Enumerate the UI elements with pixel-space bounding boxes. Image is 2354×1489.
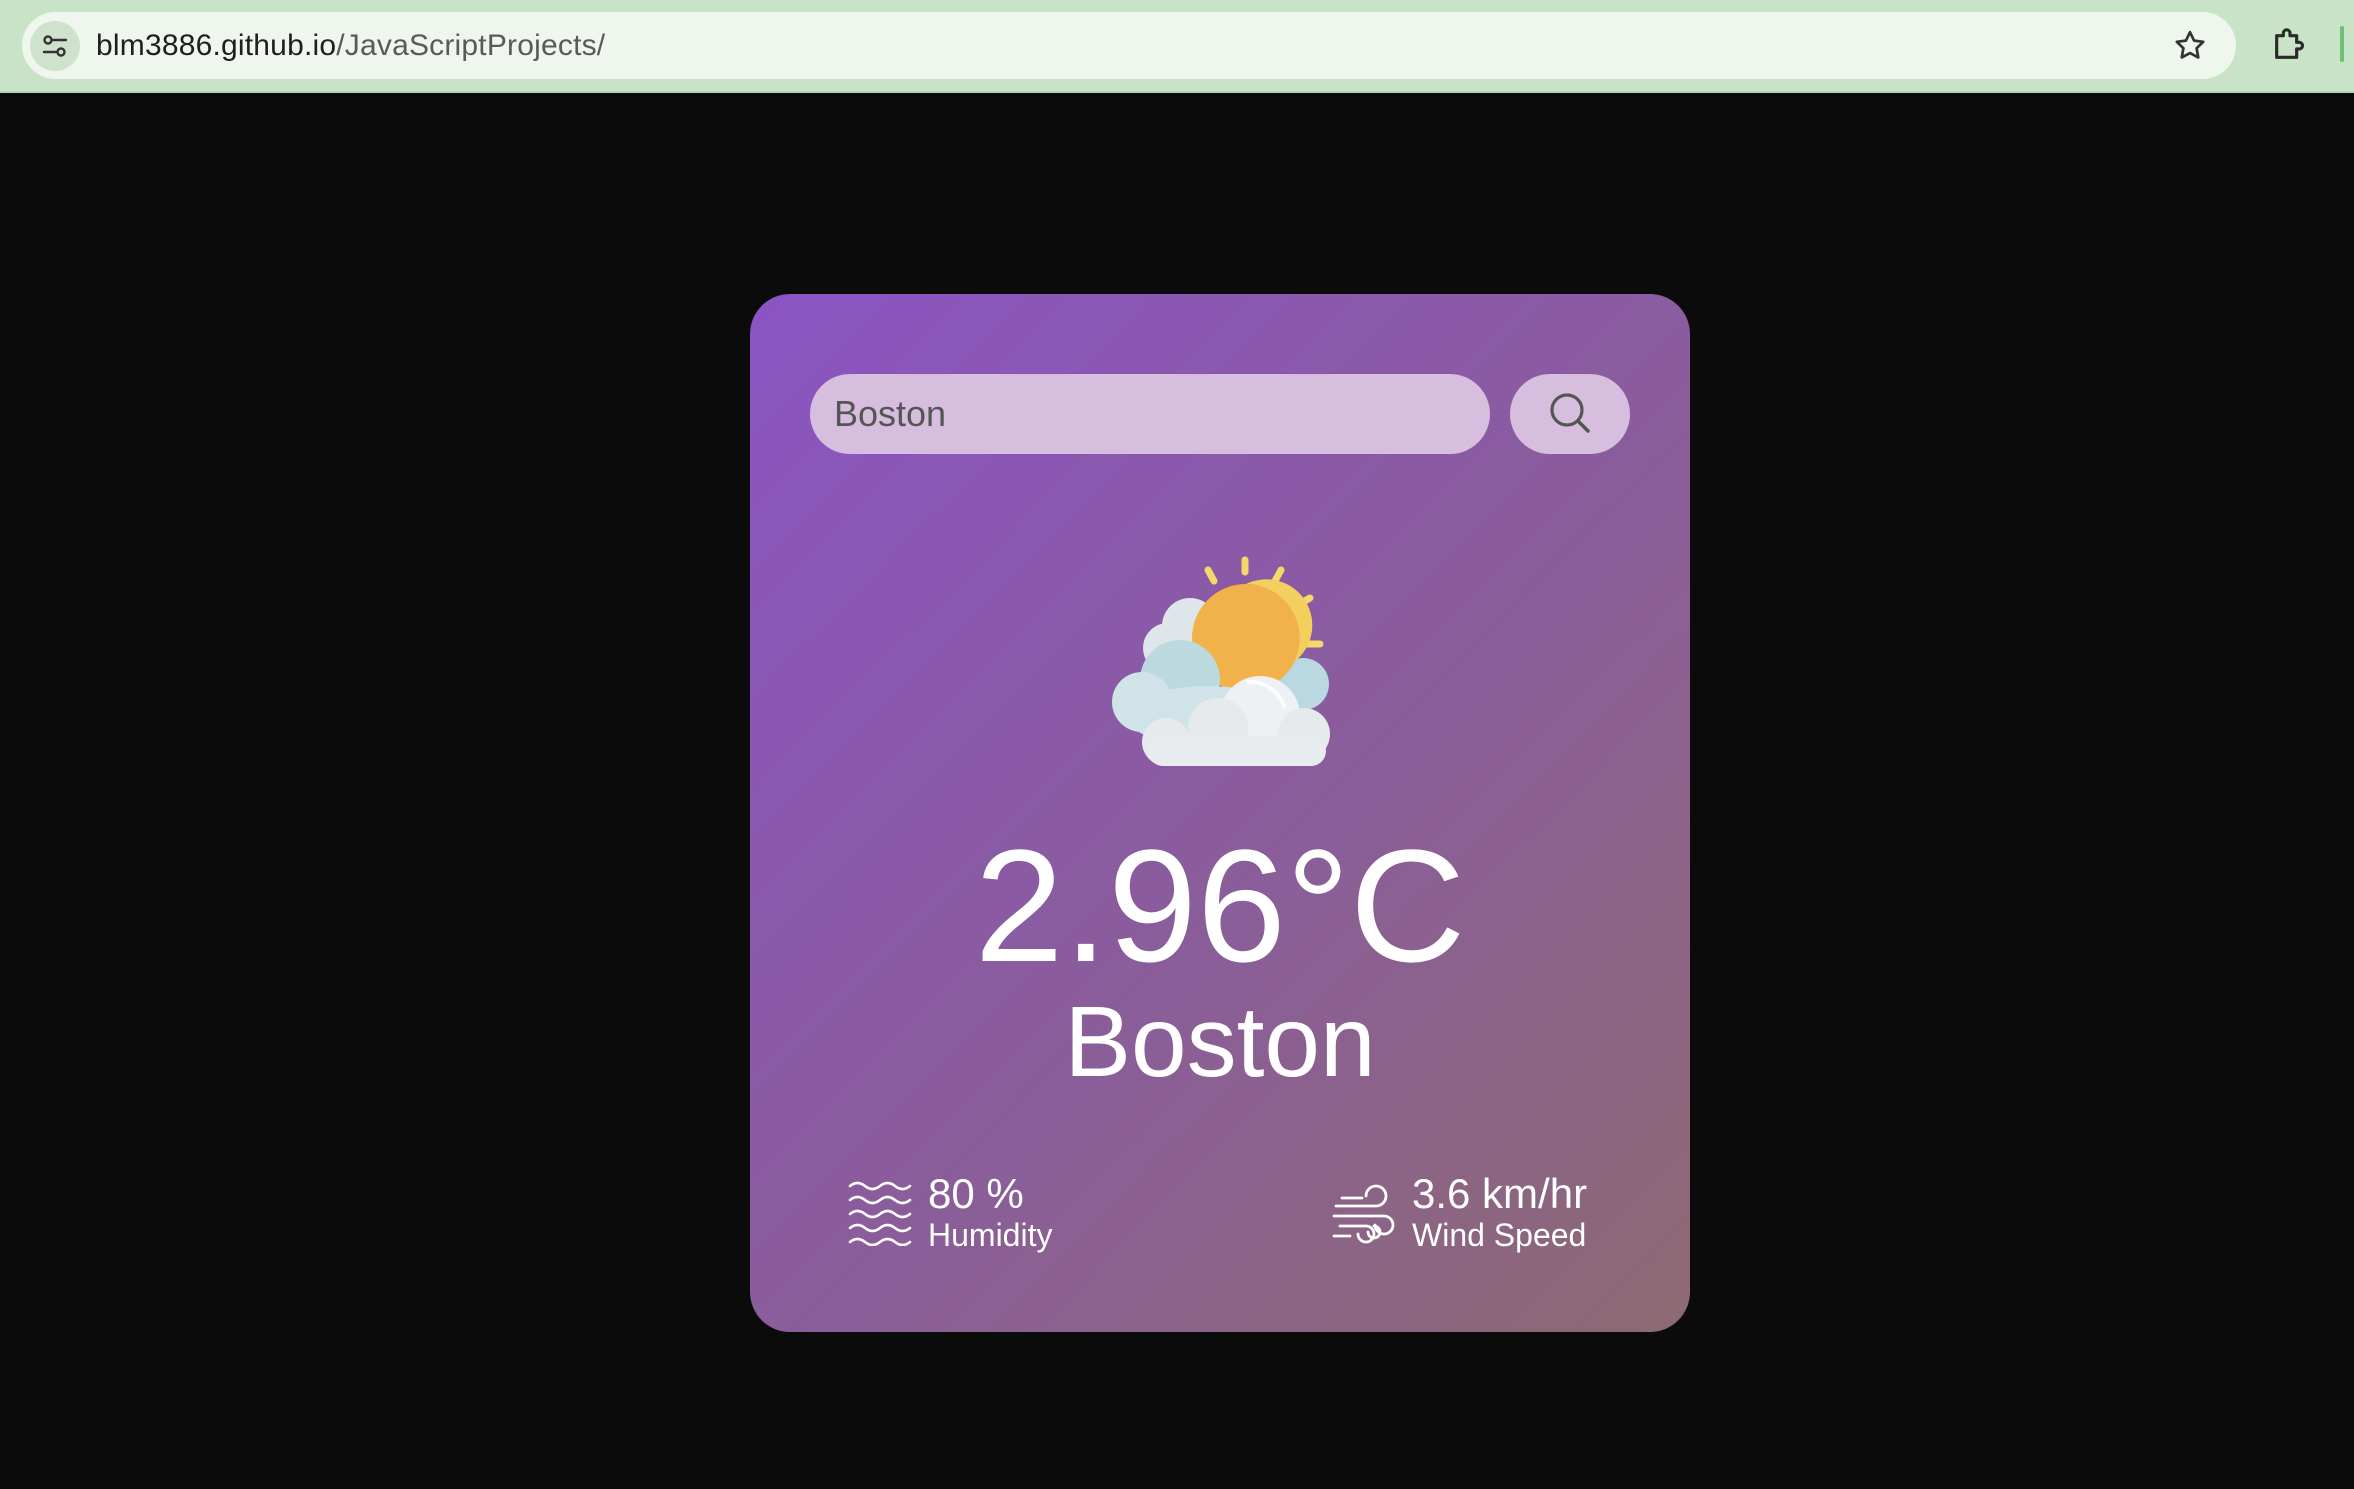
humidity-label: Humidity <box>928 1217 1053 1254</box>
humidity-value: 80 % <box>928 1170 1024 1217</box>
wind-speed-value: 3.6 km/hr <box>1412 1170 1588 1217</box>
partly-cloudy-sun-icon <box>1098 556 1344 776</box>
temperature: 2.96°C <box>974 816 1466 995</box>
url-host: blm3886.github.io <box>96 29 337 62</box>
star-icon[interactable] <box>2172 28 2208 64</box>
wind-detail: 3.6 km/hr Wind Speed <box>1332 1170 1588 1254</box>
city-search-input[interactable] <box>810 374 1490 454</box>
humidity-waves-icon <box>848 1180 912 1247</box>
search-button[interactable] <box>1510 374 1630 454</box>
puzzle-icon[interactable] <box>2270 24 2310 64</box>
address-bar[interactable]: blm3886.github.io/JavaScriptProjects/ <box>22 12 2236 79</box>
wind-speed-label: Wind Speed <box>1412 1217 1587 1254</box>
search-icon <box>1547 390 1593 439</box>
site-info-icon[interactable] <box>30 21 80 71</box>
profile-edge <box>2340 26 2344 62</box>
browser-toolbar: blm3886.github.io/JavaScriptProjects/ <box>0 0 2354 93</box>
wind-icon <box>1332 1180 1396 1246</box>
url-path: /JavaScriptProjects/ <box>336 29 606 62</box>
weather-card: 2.96°C Boston 80 % Humidity <box>750 294 1690 1332</box>
humidity-detail: 80 % Humidity <box>848 1170 1053 1254</box>
city-name: Boston <box>1064 986 1376 1098</box>
url-text[interactable]: blm3886.github.io/JavaScriptProjects/ <box>96 12 605 79</box>
